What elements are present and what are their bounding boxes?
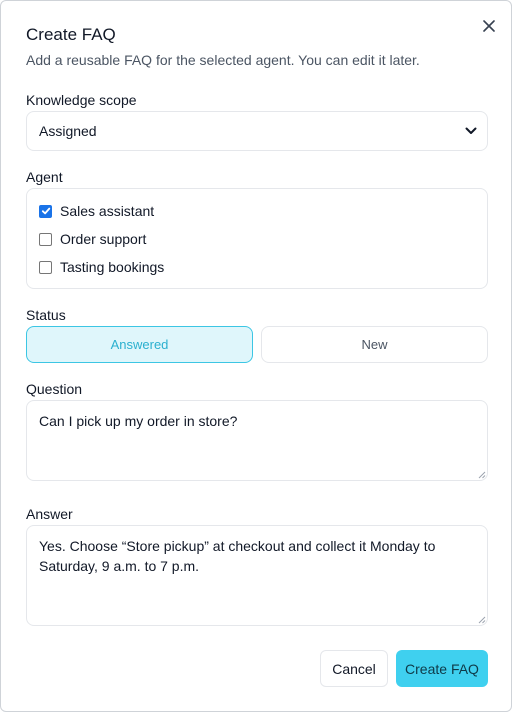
status-label: Status <box>26 307 66 323</box>
question-label: Question <box>26 381 83 397</box>
resize-grip-icon[interactable] <box>478 471 486 479</box>
agent-checkbox-sales-assistant[interactable] <box>39 204 52 218</box>
resize-grip-icon[interactable] <box>478 616 486 624</box>
agent-item-order-support[interactable]: Order support <box>39 229 146 249</box>
cancel-button[interactable]: Cancel <box>320 650 388 687</box>
agent-item-label: Sales assistant <box>60 203 155 219</box>
scope-select[interactable]: Assigned <box>26 111 488 151</box>
close-icon[interactable] <box>483 20 495 32</box>
agent-checkbox-order-support[interactable] <box>39 232 52 246</box>
checkmark-icon <box>41 207 50 215</box>
agent-label: Agent <box>26 169 63 185</box>
agent-list: Sales assistant Order support Tasting bo… <box>26 188 488 289</box>
answer-label: Answer <box>26 506 73 522</box>
close-button[interactable] <box>479 16 499 36</box>
dialog-title: Create FAQ <box>26 25 116 44</box>
agent-item-tasting-bookings[interactable]: Tasting bookings <box>39 257 164 277</box>
answer-input[interactable]: Yes. Choose “Store pickup” at checkout a… <box>26 525 488 626</box>
agent-item-label: Tasting bookings <box>60 259 165 275</box>
scope-select-value: Assigned <box>39 123 97 139</box>
agent-item-sales-assistant[interactable]: Sales assistant <box>39 201 154 221</box>
dialog-subtitle: Add a reusable FAQ for the selected agen… <box>26 52 420 68</box>
status-option-new[interactable]: New <box>261 326 488 363</box>
status-option-answered[interactable]: Answered <box>26 326 253 363</box>
create-faq-dialog: Create FAQ Add a reusable FAQ for the se… <box>0 0 512 712</box>
scope-label: Knowledge scope <box>26 92 137 108</box>
agent-item-label: Order support <box>60 231 147 247</box>
create-faq-button[interactable]: Create FAQ <box>396 650 488 687</box>
question-input[interactable]: Can I pick up my order in store? <box>26 400 488 481</box>
agent-checkbox-tasting-bookings[interactable] <box>39 260 52 274</box>
chevron-down-icon <box>465 127 477 134</box>
